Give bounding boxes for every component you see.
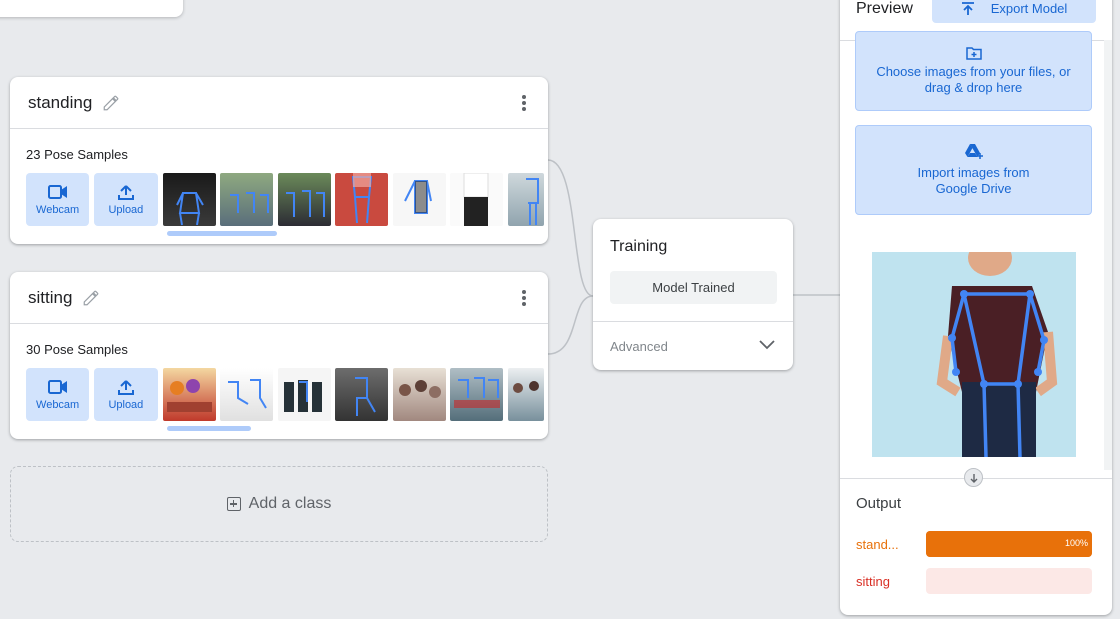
sample-thumbnail[interactable] bbox=[392, 368, 446, 421]
previous-card-stub bbox=[0, 0, 183, 17]
preview-scrollbar[interactable] bbox=[1104, 40, 1112, 470]
class-name[interactable]: sitting bbox=[28, 288, 72, 308]
upload-arrow-icon bbox=[961, 1, 974, 15]
output-label: sitting bbox=[856, 573, 890, 589]
confidence-bar: 100% bbox=[926, 531, 1092, 557]
sample-thumbnail[interactable] bbox=[277, 173, 331, 226]
class-card-sitting: sitting 30 Pose Samples Webcam Upload bbox=[10, 272, 548, 439]
webcam-label: Webcam bbox=[36, 398, 80, 411]
sample-row: Webcam Upload bbox=[26, 173, 548, 226]
sample-thumbnail[interactable] bbox=[335, 173, 388, 226]
class-card-standing: standing 23 Pose Samples Webcam Upload bbox=[10, 77, 548, 244]
confidence-bar bbox=[926, 568, 1092, 594]
training-card: Training Model Trained Advanced bbox=[593, 219, 793, 370]
choose-files-text: Choose images from your files, or drag &… bbox=[876, 64, 1071, 95]
sample-thumbnail[interactable] bbox=[162, 368, 216, 421]
output-label: stand... bbox=[856, 536, 899, 552]
more-vert-icon[interactable] bbox=[522, 290, 526, 306]
sample-thumbnail[interactable] bbox=[220, 368, 273, 421]
webcam-button[interactable]: Webcam bbox=[26, 173, 90, 226]
sample-thumbnail[interactable] bbox=[450, 173, 503, 226]
class-card-header: sitting bbox=[10, 272, 548, 324]
add-class-label: Add a class bbox=[248, 495, 332, 512]
sample-thumbnail[interactable] bbox=[507, 368, 544, 421]
sample-thumbnail[interactable] bbox=[392, 173, 446, 226]
google-drive-import[interactable]: Import images from Google Drive bbox=[855, 125, 1092, 215]
sample-thumbnail[interactable] bbox=[507, 173, 544, 226]
sample-thumbnail[interactable] bbox=[277, 368, 331, 421]
upload-label: Upload bbox=[108, 203, 144, 216]
webcam-button[interactable]: Webcam bbox=[26, 368, 90, 421]
webcam-icon bbox=[47, 379, 67, 394]
google-drive-icon bbox=[964, 144, 983, 159]
sample-thumbnail[interactable] bbox=[450, 368, 503, 421]
pencil-icon[interactable] bbox=[82, 289, 100, 307]
samples-count: 30 Pose Samples bbox=[26, 342, 128, 357]
output-row-sitting: sitting bbox=[856, 568, 1092, 594]
webcam-label: Webcam bbox=[36, 203, 80, 216]
sample-row: Webcam Upload bbox=[26, 368, 548, 421]
add-box-icon bbox=[226, 497, 241, 511]
file-drop-zone[interactable]: Choose images from your files, or drag &… bbox=[855, 31, 1092, 111]
preview-panel: Preview Export Model Choose images from … bbox=[840, 0, 1112, 615]
sample-thumbnail[interactable] bbox=[162, 173, 216, 226]
output-row-standing: stand... 100% bbox=[856, 531, 1092, 557]
add-class-button[interactable]: Add a class bbox=[10, 466, 548, 542]
upload-button[interactable]: Upload bbox=[94, 173, 158, 226]
output-title: Output bbox=[856, 495, 902, 512]
preview-title: Preview bbox=[856, 0, 913, 17]
import-drive-text: Import images from Google Drive bbox=[917, 165, 1030, 196]
upload-button[interactable]: Upload bbox=[94, 368, 158, 421]
chevron-down-icon[interactable] bbox=[759, 340, 775, 350]
preview-image bbox=[872, 252, 1076, 457]
export-label: Export Model bbox=[990, 1, 1068, 16]
arrow-down-icon bbox=[964, 468, 983, 487]
webcam-icon bbox=[47, 184, 67, 199]
training-title: Training bbox=[610, 238, 668, 255]
upload-label: Upload bbox=[108, 398, 144, 411]
thumbnail-scrollbar[interactable] bbox=[167, 231, 277, 236]
folder-add-icon bbox=[965, 47, 982, 60]
pencil-icon[interactable] bbox=[102, 94, 120, 112]
thumbnail-scrollbar[interactable] bbox=[167, 426, 251, 431]
upload-icon bbox=[117, 379, 134, 395]
upload-icon bbox=[117, 184, 134, 200]
advanced-toggle[interactable]: Advanced bbox=[610, 339, 668, 354]
class-card-header: standing bbox=[10, 77, 548, 129]
train-model-button[interactable]: Model Trained bbox=[610, 271, 777, 304]
sample-thumbnail[interactable] bbox=[220, 173, 273, 226]
confidence-percent: 100% bbox=[1064, 538, 1088, 548]
more-vert-icon[interactable] bbox=[522, 95, 526, 111]
export-model-button[interactable]: Export Model bbox=[932, 0, 1096, 23]
samples-count: 23 Pose Samples bbox=[26, 147, 128, 162]
divider bbox=[593, 321, 793, 322]
sample-thumbnail[interactable] bbox=[335, 368, 388, 421]
class-name[interactable]: standing bbox=[28, 93, 92, 113]
